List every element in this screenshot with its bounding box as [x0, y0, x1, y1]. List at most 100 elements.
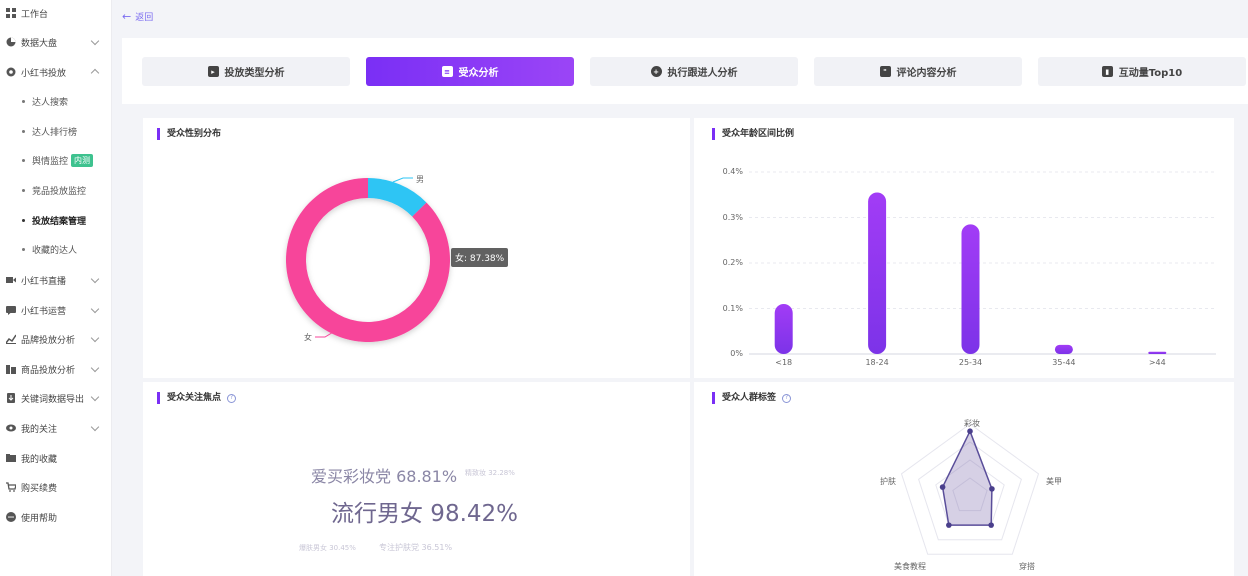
- age-bar-chart: [749, 171, 1216, 355]
- focus-title-text: 受众关注焦点: [167, 393, 222, 403]
- help-icon: [6, 512, 16, 522]
- sidebar-item-brand-analysis[interactable]: 品牌投放分析: [0, 328, 112, 350]
- age-bar[interactable]: [961, 224, 980, 354]
- tab-label: 评论内容分析: [896, 68, 957, 79]
- radar-point[interactable]: [946, 522, 952, 528]
- sidebar-subitem-influencer-search[interactable]: 达人搜索: [0, 90, 112, 112]
- radar-label: 穿搭: [1019, 562, 1035, 571]
- gear-icon: [6, 67, 16, 77]
- folder-icon: [6, 453, 16, 463]
- sidebar-item-label: 我的收藏: [21, 454, 58, 465]
- radar-point[interactable]: [939, 484, 946, 490]
- sidebar-subitem-label: 投放结案管理: [32, 216, 87, 227]
- sidebar-item-label: 小红书投放: [21, 68, 67, 79]
- chevron-down-icon: [90, 304, 100, 314]
- gender-panel: 受众性别分布 男 女 女: 87.38%: [143, 118, 690, 378]
- back-link[interactable]: ← 返回: [122, 8, 153, 24]
- chevron-down-icon: [90, 36, 100, 46]
- pie-icon: [6, 37, 16, 47]
- sidebar-item-my-follow[interactable]: 我的关注: [0, 417, 112, 439]
- analysis-tabs: ▸ 投放类型分析 ≡ 受众分析 + 执行跟进人分析 " 评论内容分析 ▮ 互动量…: [122, 38, 1248, 104]
- question-icon[interactable]: ?: [227, 393, 237, 403]
- eye-icon: [6, 423, 16, 433]
- x-tick-label: >44: [1148, 358, 1166, 367]
- y-tick-label: 0.4%: [722, 167, 743, 176]
- focus-panel: 受众关注焦点? 爱买彩妆党 68.81% 精致妆 32.28% 流行男女 98.…: [143, 382, 690, 576]
- beta-badge: 内测: [71, 153, 94, 167]
- tab-placement-type[interactable]: ▸ 投放类型分析: [142, 57, 350, 86]
- chevron-down-icon: [90, 392, 100, 402]
- sidebar-item-help[interactable]: 使用帮助: [0, 506, 112, 528]
- sidebar-subitem-label: 舆情监控: [32, 156, 69, 167]
- sidebar-item-label: 使用帮助: [21, 513, 58, 524]
- sidebar-item-workbench[interactable]: 工作台: [0, 2, 112, 24]
- sidebar-subitem-sentiment-monitor[interactable]: 舆情监控 内测: [0, 149, 112, 171]
- chat-icon: [6, 305, 16, 315]
- gender-donut: [286, 177, 450, 342]
- sidebar-item-label: 数据大盘: [21, 38, 58, 49]
- sidebar-subitem-influencer-ranking[interactable]: 达人排行榜: [0, 120, 112, 142]
- tab-top10[interactable]: ▮ 互动量Top10: [1038, 57, 1246, 86]
- sidebar-subitem-label: 达人排行榜: [32, 127, 78, 138]
- back-label: 返回: [135, 12, 154, 23]
- age-bar[interactable]: [1148, 351, 1167, 354]
- chart-icon: [6, 334, 16, 344]
- y-tick-label: 0.2%: [722, 258, 743, 267]
- sidebar-subitem-label: 达人搜索: [32, 97, 69, 108]
- y-tick-label: 0.1%: [722, 303, 743, 313]
- x-tick-label: 25-34: [958, 358, 983, 367]
- radar-point[interactable]: [967, 428, 973, 434]
- tab-label: 执行跟进人分析: [667, 68, 738, 79]
- arrow-left-icon: ←: [122, 9, 132, 23]
- sidebar-item-goods-analysis[interactable]: 商品投放分析: [0, 358, 112, 380]
- tab-comment[interactable]: " 评论内容分析: [814, 57, 1022, 86]
- sidebar-subitem-label: 竞品投放监控: [32, 186, 87, 197]
- radar-point[interactable]: [989, 486, 995, 492]
- focus-word: 流行男女 98.42%: [331, 501, 519, 527]
- y-tick-label: 0.3%: [722, 212, 743, 222]
- sidebar-item-my-favorites[interactable]: 我的收藏: [0, 447, 112, 469]
- sidebar-item-xhs-operation[interactable]: 小红书运营: [0, 299, 112, 321]
- sidebar-item-xhs-live[interactable]: 小红书直播: [0, 269, 112, 291]
- radar-point[interactable]: [988, 522, 994, 528]
- tab-label: 互动量Top10: [1118, 68, 1183, 79]
- sidebar: 工作台 数据大盘 小红书投放 达人搜索 达人排行榜 舆情监控 内测 竞品投放监控 …: [0, 0, 112, 576]
- sidebar-subitem-competitor-monitor[interactable]: 竞品投放监控: [0, 179, 112, 201]
- sidebar-subitem-label: 收藏的达人: [32, 245, 78, 256]
- age-bar[interactable]: [1054, 344, 1073, 354]
- sidebar-item-label: 我的关注: [21, 424, 58, 435]
- age-bar[interactable]: [868, 192, 887, 354]
- sidebar-item-label: 商品投放分析: [21, 365, 76, 376]
- y-tick-label: 0%: [730, 349, 743, 358]
- age-panel: 受众年龄区间比例 0.4% 0.3% 0.2% 0.1% 0% <18 18-24 25-3…: [694, 118, 1234, 378]
- focus-title: 受众关注焦点?: [157, 392, 237, 404]
- folder-icon: ▸: [207, 66, 219, 77]
- export-icon: [6, 393, 16, 403]
- sidebar-item-purchase[interactable]: 购买续费: [0, 476, 112, 498]
- cart-icon: [6, 482, 16, 492]
- focus-word: 专注护肤党 36.51%: [379, 543, 453, 552]
- sidebar-item-label: 工作台: [21, 9, 49, 20]
- bar-chart-icon: ▮: [1101, 66, 1113, 77]
- age-bar[interactable]: [774, 303, 793, 354]
- male-label: 男: [416, 175, 424, 184]
- video-icon: [6, 275, 16, 285]
- tab-audience[interactable]: ≡ 受众分析: [366, 57, 574, 86]
- chevron-down-icon: [90, 333, 100, 343]
- sidebar-item-dashboard[interactable]: 数据大盘: [0, 31, 112, 53]
- focus-word: 精致妆 32.28%: [465, 469, 515, 477]
- sidebar-item-xhs-placement[interactable]: 小红书投放: [0, 61, 112, 83]
- x-tick-label: 35-44: [1052, 358, 1076, 367]
- user-add-icon: +: [650, 66, 662, 77]
- female-label: 女: [304, 333, 312, 342]
- chevron-down-icon: [90, 422, 100, 432]
- sidebar-subitem-saved-influencers[interactable]: 收藏的达人: [0, 238, 112, 260]
- sidebar-item-keyword-export[interactable]: 关键词数据导出: [0, 387, 112, 409]
- sidebar-subitem-campaign-report[interactable]: 投放结案管理: [0, 209, 112, 231]
- document-icon: ≡: [441, 66, 453, 77]
- x-tick-label: 18-24: [865, 358, 889, 367]
- sidebar-item-label: 小红书直播: [21, 276, 67, 287]
- tab-executor[interactable]: + 执行跟进人分析: [590, 57, 798, 86]
- chevron-down-icon: [90, 274, 100, 284]
- focus-word: 爆肤男女 30.45%: [299, 544, 356, 552]
